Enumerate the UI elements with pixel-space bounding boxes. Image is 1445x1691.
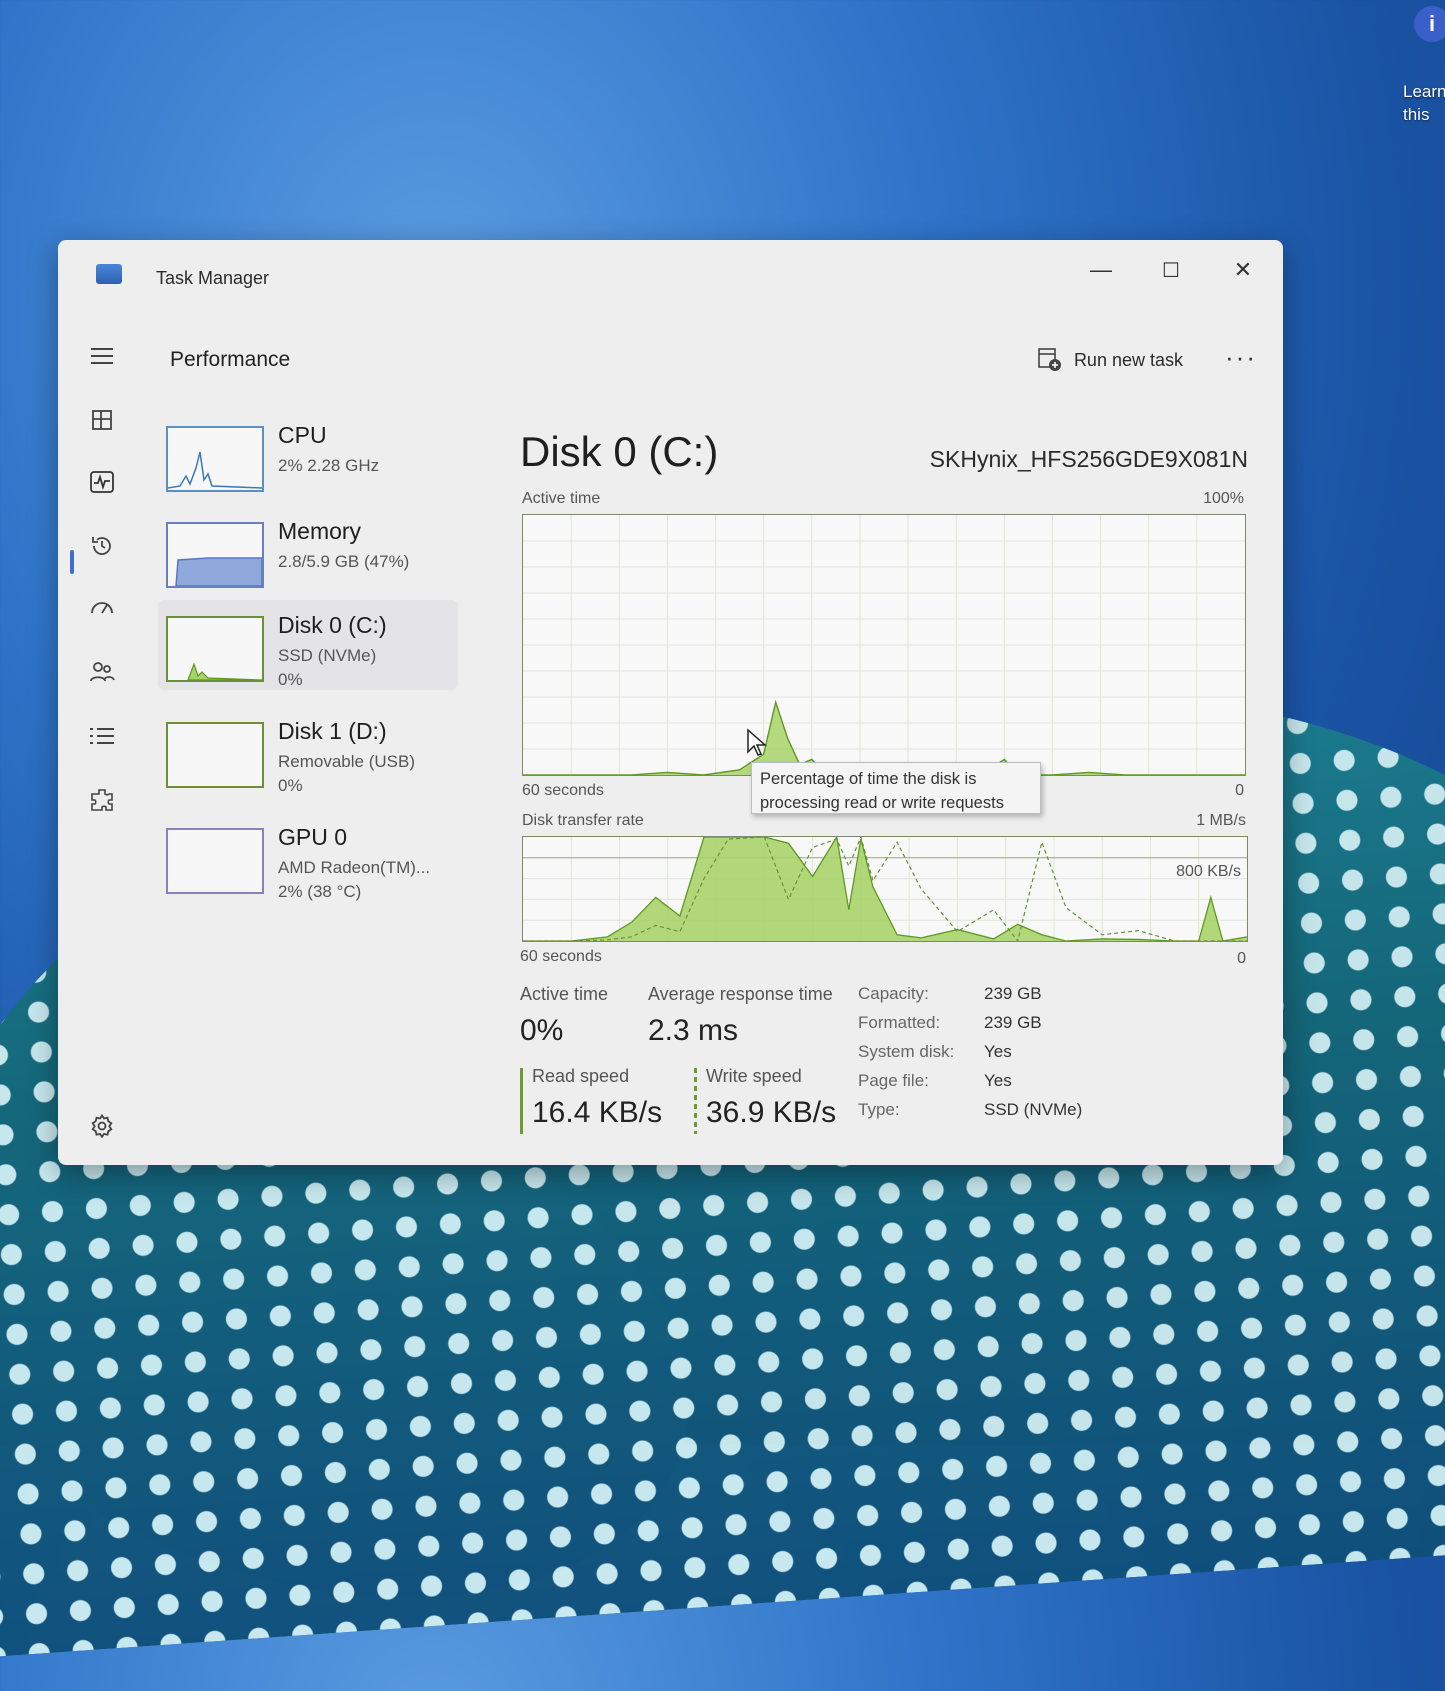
- desktop-shortcut-label: Learn this: [1403, 80, 1445, 126]
- maximize-button[interactable]: ☐: [1146, 250, 1196, 290]
- tooltip-line2: processing read or write requests: [760, 794, 1004, 812]
- disk1-thumbnail: [166, 722, 264, 788]
- resource-detail: AMD Radeon(TM)...: [278, 858, 431, 877]
- avg-response-label: Average response time: [648, 984, 833, 1004]
- nav-active-indicator: [70, 550, 74, 574]
- run-new-task-label: Run new task: [1073, 349, 1183, 370]
- resource-detail: 2% 2.28 GHz: [278, 456, 380, 475]
- active-time-chart-label: Active time: [522, 490, 601, 507]
- read-speed-indicator: [520, 1068, 523, 1134]
- resource-item-gpu-0[interactable]: GPU 0 AMD Radeon(TM)... 2% (38 °C): [158, 812, 458, 902]
- nav-rail: [58, 320, 148, 1165]
- close-button[interactable]: ✕: [1218, 250, 1268, 290]
- desktop-shortcut-label-line1: Learn: [1403, 82, 1445, 101]
- system-disk-label: System disk:: [858, 1042, 955, 1061]
- resource-name: Memory: [278, 518, 362, 544]
- capacity-value: 239 GB: [984, 984, 1042, 1003]
- active-time-chart: [522, 514, 1246, 776]
- task-manager-window: Task Manager — ☐ ✕ Performance Run new t…: [58, 240, 1283, 1165]
- disk-title: Disk 0 (C:): [520, 428, 719, 475]
- mouse-cursor-icon: [747, 728, 767, 756]
- resource-usage: 0%: [278, 670, 303, 689]
- resource-detail: Removable (USB): [278, 752, 415, 771]
- resource-name: Disk 0 (C:): [278, 612, 387, 638]
- page-title: Performance: [170, 348, 291, 371]
- active-time-x-right: 0: [1235, 782, 1244, 799]
- resource-detail: 2.8/5.9 GB (47%): [278, 552, 410, 571]
- chart-tooltip: Percentage of time the disk is processin…: [751, 762, 1041, 814]
- type-value: SSD (NVMe): [984, 1100, 1083, 1119]
- avg-response-value: 2.3 ms: [648, 1014, 739, 1047]
- disk-detail-panel: Disk 0 (C:) SKHynix_HFS256GDE9X081N Acti…: [520, 410, 1248, 1165]
- transfer-rate-chart-label: Disk transfer rate: [522, 812, 644, 829]
- disk0-thumbnail: [166, 616, 264, 682]
- memory-thumbnail: [166, 522, 264, 588]
- startup-apps-icon[interactable]: [78, 586, 126, 630]
- users-icon[interactable]: [78, 650, 126, 694]
- task-manager-app-icon: [96, 264, 122, 284]
- page-header: Performance Run new task ···: [148, 320, 1283, 400]
- desktop-shortcut-label-line2: this: [1403, 105, 1430, 124]
- resource-detail: SSD (NVMe): [278, 646, 377, 665]
- transfer-rate-chart: 800 KB/s: [522, 836, 1248, 942]
- read-speed-label: Read speed: [532, 1066, 630, 1086]
- write-speed-label: Write speed: [706, 1066, 802, 1086]
- info-icon: i: [1414, 6, 1445, 42]
- title-bar[interactable]: Task Manager — ☐ ✕: [58, 240, 1283, 318]
- resource-name: GPU 0: [278, 824, 348, 850]
- resource-item-disk-1[interactable]: Disk 1 (D:) Removable (USB) 0%: [158, 706, 458, 796]
- menu-icon[interactable]: [78, 334, 126, 378]
- page-file-label: Page file:: [858, 1071, 929, 1090]
- gpu-thumbnail: [166, 828, 264, 894]
- run-new-task-button[interactable]: Run new task: [1038, 348, 1183, 372]
- resource-name: CPU: [278, 422, 327, 448]
- services-icon[interactable]: [78, 778, 126, 822]
- transfer-rate-ref-label: 800 KB/s: [1176, 863, 1241, 880]
- transfer-rate-max-label: 1 MB/s: [1196, 812, 1246, 829]
- type-label: Type:: [858, 1100, 900, 1119]
- run-task-icon: [1038, 348, 1061, 371]
- resource-list: CPU 2% 2.28 GHz Memory 2.8/5.9 GB (47%) …: [148, 410, 468, 1165]
- performance-icon[interactable]: [78, 460, 126, 504]
- read-speed-value: 16.4 KB/s: [532, 1096, 663, 1129]
- cpu-thumbnail: [166, 426, 264, 492]
- resource-usage: 2% (38 °C): [278, 882, 362, 901]
- app-history-icon[interactable]: [78, 524, 126, 568]
- active-time-stat-label: Active time: [520, 984, 609, 1004]
- active-time-x-left: 60 seconds: [522, 782, 604, 799]
- capacity-label: Capacity:: [858, 984, 929, 1003]
- disk-model: SKHynix_HFS256GDE9X081N: [929, 446, 1248, 472]
- settings-icon[interactable]: [78, 1104, 126, 1148]
- formatted-label: Formatted:: [858, 1013, 941, 1032]
- write-speed-indicator: [694, 1068, 697, 1134]
- window-title: Task Manager: [156, 268, 270, 288]
- minimize-button[interactable]: —: [1076, 250, 1126, 290]
- formatted-value: 239 GB: [984, 1013, 1042, 1032]
- write-speed-value: 36.9 KB/s: [706, 1096, 837, 1129]
- active-time-stat-value: 0%: [520, 1014, 564, 1047]
- resource-usage: 0%: [278, 776, 303, 795]
- details-icon[interactable]: [78, 714, 126, 758]
- read-rate-area: [523, 837, 1247, 941]
- processes-icon[interactable]: [78, 398, 126, 442]
- page-file-value: Yes: [984, 1071, 1012, 1090]
- desktop-shortcut[interactable]: i Learn this: [1398, 6, 1445, 126]
- transfer-rate-x-left: 60 seconds: [520, 948, 602, 965]
- resource-item-memory[interactable]: Memory 2.8/5.9 GB (47%): [158, 506, 458, 596]
- resource-name: Disk 1 (D:): [278, 718, 387, 744]
- resource-item-disk-0[interactable]: Disk 0 (C:) SSD (NVMe) 0%: [158, 600, 458, 690]
- tooltip-line1: Percentage of time the disk is: [760, 770, 977, 788]
- active-time-max-label: 100%: [1203, 490, 1244, 507]
- more-options-button[interactable]: ···: [1225, 342, 1257, 373]
- transfer-rate-x-right: 0: [1237, 950, 1246, 967]
- system-disk-value: Yes: [984, 1042, 1012, 1061]
- resource-item-cpu[interactable]: CPU 2% 2.28 GHz: [158, 410, 458, 500]
